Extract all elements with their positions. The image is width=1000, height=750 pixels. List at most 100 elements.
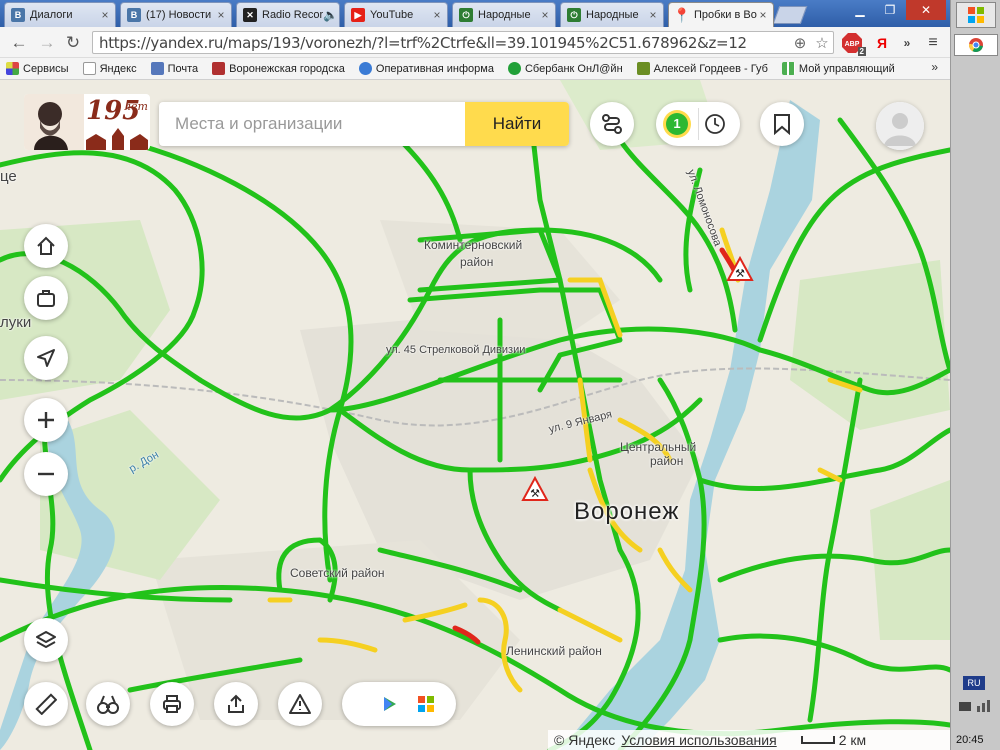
binoculars-icon: [97, 695, 119, 714]
yandex-maps-logo[interactable]: 195 лет: [24, 94, 150, 150]
windows-icon[interactable]: [417, 695, 435, 713]
home-button[interactable]: [24, 224, 68, 268]
share-button[interactable]: [214, 682, 258, 726]
svg-text:⚒: ⚒: [530, 488, 540, 500]
zoom-in-button[interactable]: [24, 398, 68, 442]
close-icon[interactable]: ×: [757, 8, 769, 22]
sber-icon: [507, 62, 521, 75]
work-button[interactable]: [24, 276, 68, 320]
ruler-button[interactable]: [24, 682, 68, 726]
page-icon: [82, 62, 96, 75]
close-icon[interactable]: ×: [215, 8, 227, 22]
district-label: район: [650, 454, 684, 468]
close-icon[interactable]: ×: [431, 8, 443, 22]
bookmark-label: Яндекс: [99, 62, 137, 75]
reload-icon[interactable]: ↻: [62, 32, 84, 54]
apps-icon: [6, 62, 19, 75]
tab-narodnye-1[interactable]: ⏻ Народные ×: [452, 2, 556, 27]
forward-icon[interactable]: →: [36, 32, 58, 54]
district-label: Советский район: [290, 566, 385, 580]
layers-icon: [36, 631, 56, 648]
print-button[interactable]: [150, 682, 194, 726]
tab-title: YouTube: [370, 9, 414, 21]
tab-title: Народные: [478, 9, 531, 21]
tab-narodnye-2[interactable]: ⏻ Народные ×: [560, 2, 664, 27]
chrome-icon: [968, 38, 983, 53]
search-input[interactable]: [159, 102, 465, 146]
bookmark-label: Алексей Гордеев - Губ: [653, 62, 768, 75]
tab-dialogs[interactable]: В Диалоги ×: [4, 2, 116, 27]
new-tab-button[interactable]: [772, 6, 808, 24]
tab-youtube[interactable]: ▶ YouTube ×: [344, 2, 448, 27]
menu-icon[interactable]: ≡: [924, 32, 942, 54]
district-label: район: [460, 255, 494, 269]
close-icon[interactable]: ×: [539, 8, 551, 22]
close-icon[interactable]: ×: [99, 8, 111, 22]
report-problem-button[interactable]: [278, 682, 322, 726]
address-bar[interactable]: https://yandex.ru/maps/193/voronezh/?l=t…: [92, 31, 834, 54]
tab-radio[interactable]: ✕ Radio Record 🔈: [236, 2, 340, 27]
bookmark-operative[interactable]: Оперативная информа: [358, 62, 494, 75]
taskbar-chrome[interactable]: [954, 34, 998, 56]
divider: [698, 108, 699, 140]
terms-link[interactable]: Условия использования: [621, 732, 776, 748]
yandex-ext-icon[interactable]: Я: [872, 32, 892, 54]
close-icon[interactable]: ×: [647, 8, 659, 22]
layers-button[interactable]: [24, 618, 68, 662]
speaker-icon[interactable]: 🔈: [323, 8, 338, 22]
power-icon: ⏻: [567, 8, 581, 22]
plus-icon: [38, 412, 54, 428]
bookmark-label: Сбербанк ОнЛ@йн: [524, 62, 623, 75]
tab-strip: В Диалоги × В (17) Новости × ✕ Radio Rec…: [0, 0, 950, 27]
minus-icon: [38, 472, 54, 476]
start-button[interactable]: [956, 2, 996, 28]
radio-icon: ✕: [243, 8, 257, 22]
bookmark-management[interactable]: Мой управляющий: [781, 62, 895, 75]
map-viewport[interactable]: ⚒ ⚒ Коминтерновский район Центральный ра…: [0, 80, 950, 750]
bookmark-star-icon[interactable]: ☆: [811, 34, 833, 52]
panorama-button[interactable]: [86, 682, 130, 726]
district-label: Ленинский район: [506, 644, 602, 658]
svg-text:⚒: ⚒: [735, 268, 745, 280]
google-play-icon[interactable]: [381, 695, 399, 713]
traffic-toggle[interactable]: 1: [656, 102, 740, 146]
route-button[interactable]: [590, 102, 634, 146]
zoom-out-button[interactable]: [24, 452, 68, 496]
more-bookmarks-icon[interactable]: »: [931, 60, 938, 74]
copyright: © Яндекс: [554, 732, 616, 748]
warning-icon: [289, 694, 311, 714]
locate-button[interactable]: [24, 336, 68, 380]
bookmark-mail[interactable]: Почта: [150, 62, 198, 75]
bookmark-sberbank[interactable]: Сбербанк ОнЛ@йн: [507, 62, 623, 75]
power-icon: ⏻: [459, 8, 473, 22]
scale-label: 2 км: [838, 732, 867, 748]
maximize-icon[interactable]: ❐: [876, 0, 904, 20]
bookmarks-button[interactable]: [760, 102, 804, 146]
more-extensions-icon[interactable]: »: [900, 32, 914, 54]
location-arrow-icon: [37, 349, 55, 367]
tab-title: Пробки в Воронеже: [694, 9, 757, 21]
mail-icon: [150, 62, 164, 75]
tab-traffic[interactable]: 📍 Пробки в Воронеже ×: [668, 2, 774, 27]
tab-news[interactable]: В (17) Новости ×: [120, 2, 232, 27]
stat-icon: [636, 62, 650, 75]
anniversary-word: лет: [124, 100, 148, 113]
user-avatar[interactable]: [876, 102, 924, 150]
back-icon[interactable]: ←: [8, 32, 30, 54]
search-button[interactable]: Найти: [465, 102, 569, 146]
bookmark-icon: [774, 114, 790, 135]
minimize-icon[interactable]: ▁: [846, 0, 874, 20]
clock-icon[interactable]: [704, 113, 726, 135]
bookmark-services[interactable]: Сервисы: [6, 62, 69, 75]
bookmark-gordeev[interactable]: Алексей Гордеев - Губ: [636, 62, 768, 75]
network-icon: [959, 700, 990, 712]
traffic-level-badge[interactable]: 1: [666, 113, 688, 135]
language-indicator[interactable]: RU: [963, 676, 985, 690]
bookmark-yandex[interactable]: Яндекс: [82, 62, 137, 75]
adblock-icon[interactable]: ABP 2: [840, 32, 866, 56]
route-icon: [602, 114, 622, 134]
url-text: https://yandex.ru/maps/193/voronezh/?l=t…: [99, 33, 747, 52]
zoom-icon[interactable]: ⊕: [789, 34, 811, 52]
window-close-icon[interactable]: ✕: [906, 0, 946, 20]
bookmark-city-duma[interactable]: Воронежская городска: [212, 62, 345, 75]
